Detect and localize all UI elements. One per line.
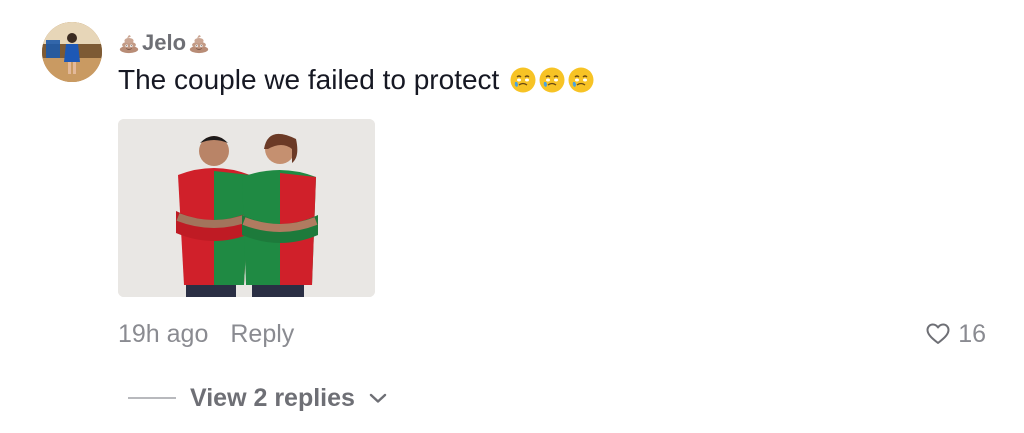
- face-holding-back-tears-icon: [568, 67, 594, 93]
- face-holding-back-tears-icon: [539, 67, 565, 93]
- comment-text: The couple we failed to protect: [118, 64, 500, 95]
- face-holding-back-tears-icon: [510, 67, 536, 93]
- comment-emojis: [509, 66, 595, 94]
- poop-emoji-icon: [189, 35, 209, 54]
- comment-meta: 19h ago Reply: [118, 318, 294, 350]
- comment-username[interactable]: Jelo: [118, 28, 210, 58]
- heart-outline-icon: [926, 323, 950, 344]
- chevron-down-icon: [369, 393, 387, 403]
- replies-divider-line: [128, 397, 176, 399]
- comment-time: 19h ago: [118, 319, 209, 348]
- comment-photo[interactable]: [118, 119, 375, 297]
- comment-body: The couple we failed to protect: [118, 64, 595, 96]
- reply-button[interactable]: Reply: [230, 320, 294, 349]
- like-count: 16: [958, 319, 986, 348]
- view-replies-label: View 2 replies: [190, 383, 355, 412]
- poop-emoji-icon: [119, 35, 139, 54]
- avatar[interactable]: [42, 22, 102, 82]
- username-text: Jelo: [142, 30, 187, 55]
- view-replies-button[interactable]: View 2 replies: [128, 380, 387, 416]
- like-button[interactable]: 16: [926, 318, 986, 350]
